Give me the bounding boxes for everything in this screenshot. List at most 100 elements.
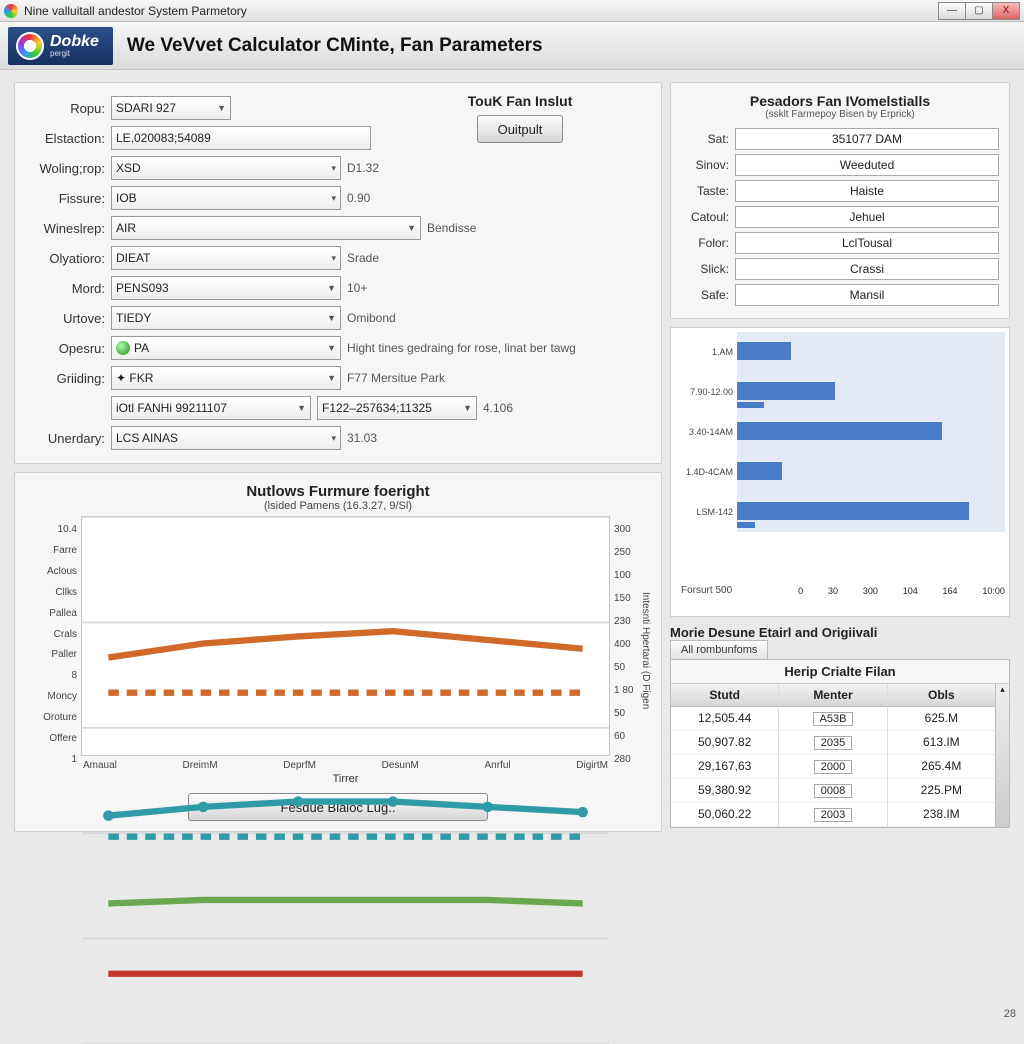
chevron-down-icon: ▾ xyxy=(331,163,336,174)
chevron-down-icon: ▼ xyxy=(407,223,416,233)
bar-label: 3.40-14AM xyxy=(675,427,733,437)
wineslrep-select[interactable]: AIR▼ xyxy=(111,216,421,240)
bar-label: 1.AM xyxy=(675,347,733,357)
bar-row: 1.4D-4CAM xyxy=(675,452,1005,492)
barchart-x-ticks: 03030010416410:00 xyxy=(736,584,1005,596)
bar-track xyxy=(737,452,1005,492)
chevron-down-icon: ▾ xyxy=(331,433,336,444)
result-value: Mansil xyxy=(735,284,999,306)
result-label: Catoul: xyxy=(681,210,729,224)
table-header: StutdMenterObls xyxy=(671,684,995,707)
minimize-button[interactable]: — xyxy=(938,2,966,20)
ropu-label: Ropu: xyxy=(25,101,105,116)
result-row: Sinov:Weeduted xyxy=(681,152,999,178)
result-value: Crassi xyxy=(735,258,999,280)
table-cell: 59,380.92 xyxy=(671,779,779,802)
result-label: Safe: xyxy=(681,288,729,302)
elstaction-input[interactable]: LE,020083;54089 xyxy=(111,126,371,150)
footer-page-number: 28 xyxy=(1004,1008,1016,1020)
table-cell: 50,907.82 xyxy=(671,731,779,754)
results-sub: (ssklt Farmepoy Bisen by Erprick) xyxy=(681,109,999,120)
results-panel: Pesadors Fan IVomelstialls (ssklt Farmep… xyxy=(670,82,1010,319)
chevron-down-icon: ▼ xyxy=(217,103,226,113)
mord-label: Mord: xyxy=(25,281,105,296)
olyatioro-label: Olyatioro: xyxy=(25,251,105,266)
brand-sub: pergit xyxy=(50,49,99,58)
opesru-hint: Hight tines gedraing for rose, linat ber… xyxy=(347,341,576,355)
chevron-down-icon: ▾ xyxy=(331,253,336,264)
table-cell: 50,060.22 xyxy=(671,803,779,826)
result-row: Folor:LclTousal xyxy=(681,230,999,256)
result-label: Sat: xyxy=(681,132,729,146)
table-header-cell: Stutd xyxy=(671,684,779,706)
chevron-down-icon: ▼ xyxy=(327,283,336,293)
chart1-title: Nutlows Furmure foeright xyxy=(25,483,651,500)
line-chart-panel: Nutlows Furmure foeright (lsided Pamens … xyxy=(14,472,662,832)
bar-fill xyxy=(737,502,969,520)
urtove-label: Urtove: xyxy=(25,311,105,326)
result-row: Taste: Haiste xyxy=(681,178,999,204)
close-button[interactable]: X xyxy=(992,2,1020,20)
table-cell: 2000 xyxy=(779,755,887,778)
app-icon xyxy=(4,4,18,18)
brand-logo: Dobke pergit xyxy=(8,27,113,65)
status-ok-icon xyxy=(116,341,130,355)
maximize-button[interactable]: ▢ xyxy=(965,2,993,20)
detail-panel: Morie Desune Etairl and Origiivali All r… xyxy=(670,625,1010,828)
result-label: Taste: xyxy=(681,184,729,198)
bar-label: 7.90-12.00 xyxy=(675,387,733,397)
table-scrollbar[interactable]: ▴ xyxy=(995,684,1009,827)
unerdary-hint: 31.03 xyxy=(347,431,377,445)
result-value: Haiste xyxy=(735,180,999,202)
bar-fill xyxy=(737,422,942,440)
detail-table: Herip Crialte Filan StutdMenterObls 12,5… xyxy=(670,659,1010,828)
woling-select[interactable]: XSD▾ xyxy=(111,156,341,180)
fan-extra-select-1[interactable]: iOtl FANHi 99211107▼ xyxy=(111,396,311,420)
ropu-select[interactable]: SDARI 927▼ xyxy=(111,96,231,120)
woling-hint: D1.32 xyxy=(347,161,379,175)
fissure-label: Fissure: xyxy=(25,191,105,206)
chart1-left-labels: 10.4FarreAclousCllksPalleaCralsPaller8Mo… xyxy=(25,516,81,785)
table-cell: 12,505.44 xyxy=(671,707,779,730)
result-row: Catoul: Jehuel xyxy=(681,204,999,230)
fan-extra-select-2[interactable]: F122–257634;11325▼ xyxy=(317,396,477,420)
bar-track xyxy=(737,412,1005,452)
logo-ring-icon xyxy=(16,32,44,60)
mord-hint: 10+ xyxy=(347,281,367,295)
urtove-select[interactable]: TIEDY▼ xyxy=(111,306,341,330)
table-row: 50,907.822035613.IM xyxy=(671,731,995,755)
opesru-label: Opesru: xyxy=(25,341,105,356)
parameters-form-panel: Ropu: SDARI 927▼ Elstaction: LE,020083;5… xyxy=(14,82,662,464)
olyatioro-select[interactable]: DIEAT▾ xyxy=(111,246,341,270)
table-header-cell: Obls xyxy=(888,684,995,706)
wineslrep-label: Wineslrep: xyxy=(25,221,105,236)
table-cell: 238.IM xyxy=(888,803,995,826)
window-titlebar: Nine valluitall andestor System Parmetor… xyxy=(0,0,1024,22)
result-row: Slick: Crassi xyxy=(681,256,999,282)
bar-row: 3.40-14AM xyxy=(675,412,1005,452)
bar-fill xyxy=(737,462,782,480)
results-title: Pesadors Fan IVomelstialls xyxy=(681,93,999,109)
window-controls: — ▢ X xyxy=(939,2,1020,20)
table-cell: A53B xyxy=(779,707,887,730)
table-header-cell: Menter xyxy=(779,684,887,706)
table-row: 12,505.44A53B625.M xyxy=(671,707,995,731)
chart1-right-ticks: 300250100150230400501 805060280 xyxy=(610,516,640,785)
result-label: Folor: xyxy=(681,236,729,250)
opesru-select[interactable]: PA ▼ xyxy=(111,336,341,360)
result-label: Slick: xyxy=(681,262,729,276)
mord-select[interactable]: PENS093▼ xyxy=(111,276,341,300)
chart1-sub: (lsided Pamens (16.3.27, 9/Sl) xyxy=(25,500,651,512)
fissure-select[interactable]: IOB▾ xyxy=(111,186,341,210)
unerdary-select[interactable]: LCS AINAS▾ xyxy=(111,426,341,450)
detail-tab[interactable]: All rombunfoms xyxy=(670,640,768,659)
bar-row: LSM-142 xyxy=(675,492,1005,532)
detail-title: Morie Desune Etairl and Origiivali xyxy=(670,625,1010,640)
bar-fill xyxy=(737,382,835,400)
fan-extra-hint: 4.106 xyxy=(483,401,513,415)
result-value: Jehuel xyxy=(735,206,999,228)
table-cell: 225.PM xyxy=(888,779,995,802)
result-row: Safe: Mansil xyxy=(681,282,999,308)
griiding-select[interactable]: ✦ FKR▼ xyxy=(111,366,341,390)
output-button[interactable]: Ouitpult xyxy=(477,115,564,143)
